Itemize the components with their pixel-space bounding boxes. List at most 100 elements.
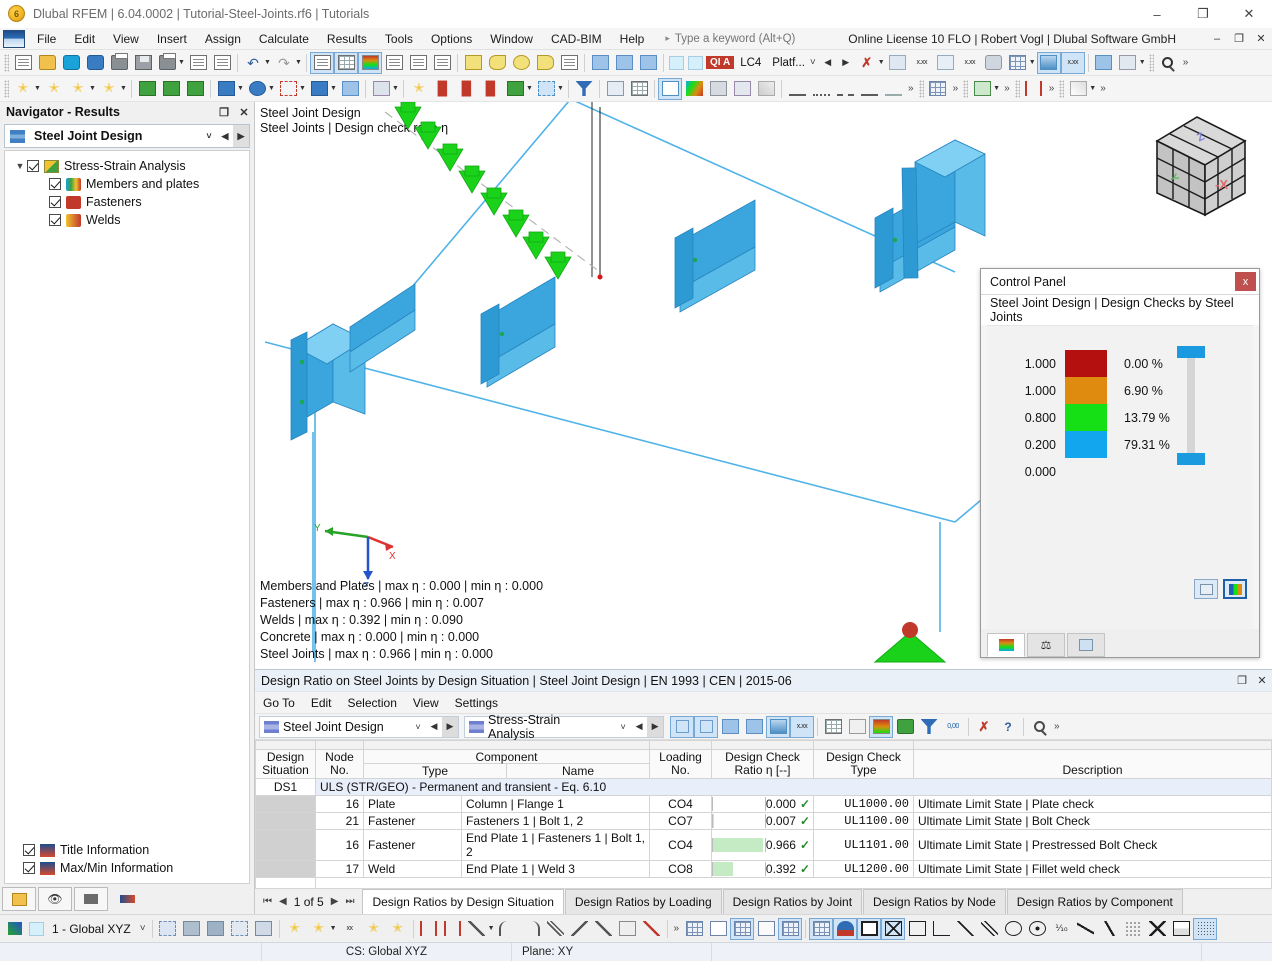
select-special-button[interactable] <box>557 52 581 74</box>
toolbar-grip[interactable] <box>1014 79 1020 98</box>
prev-case-button[interactable]: ◀ <box>819 52 837 74</box>
close-button[interactable]: ✕ <box>1226 0 1272 28</box>
menu-assign[interactable]: Assign <box>196 30 250 48</box>
navigator-combo-next-button[interactable]: ▶ <box>233 125 249 147</box>
tree-item-stress-strain-analysis[interactable]: ▼ Stress-Strain Analysis <box>5 157 249 175</box>
select-rectangle-button[interactable] <box>461 52 485 74</box>
print-panel-icon[interactable] <box>1194 579 1218 599</box>
table-row[interactable]: 17 Weld End Plate 1 | Weld 3 CO8 0.392 ✓ <box>255 860 1272 878</box>
osnap-cursor-button[interactable] <box>778 917 803 940</box>
result-diagram-on-member-button[interactable] <box>658 77 682 100</box>
navigator-combo-dropdown-icon[interactable]: ˅ <box>201 125 217 147</box>
mdi-restore-button[interactable]: ❐ <box>1228 28 1250 50</box>
new-member-button[interactable]: ✭ <box>66 78 90 100</box>
snap-extension-button[interactable] <box>640 918 664 940</box>
goto-next-joint-button[interactable] <box>742 716 766 738</box>
tree-checkbox[interactable] <box>49 214 61 226</box>
navigator-undock-button[interactable]: ❐ <box>214 106 234 119</box>
redo-button[interactable]: ↷ <box>272 52 296 74</box>
table-row[interactable]: 16 Plate Column | Flange 1 CO4 0.000 ✓ U… <box>255 795 1272 813</box>
show-result-values-button[interactable]: x.xx <box>790 715 814 738</box>
show-values2-button[interactable]: x.xx <box>958 52 982 74</box>
tree-item-welds[interactable]: Welds <box>5 211 249 229</box>
snap-angle-button[interactable] <box>465 918 489 940</box>
pager-first-button[interactable]: ⏮ <box>263 896 272 907</box>
platform-combo[interactable]: Platf... <box>766 57 807 69</box>
color-scale-icon[interactable] <box>1223 579 1247 599</box>
legend-swatch-orange[interactable] <box>1065 377 1107 404</box>
display-numbering-button[interactable]: ✭ <box>283 918 307 940</box>
view-side-button[interactable] <box>204 918 228 940</box>
section-view-button[interactable] <box>603 78 627 100</box>
menu-insert[interactable]: Insert <box>148 30 196 48</box>
table-toolbar-overflow[interactable]: » <box>1051 721 1063 732</box>
diagram-type-3-button[interactable] <box>833 78 857 100</box>
view-fit-button[interactable] <box>636 52 660 74</box>
mesh-refinement-button[interactable] <box>369 78 393 100</box>
snap-arc2-button[interactable] <box>520 918 544 940</box>
table-undock-button[interactable]: ❐ <box>1232 674 1252 687</box>
snap-fraction-button[interactable]: ⅒ <box>1049 918 1073 940</box>
tree-item-fasteners[interactable]: Fasteners <box>5 193 249 211</box>
snap-line-button[interactable] <box>953 918 977 940</box>
new-member-load-button[interactable]: ▉ <box>455 78 479 100</box>
column-header-component[interactable]: Component Type Name <box>363 749 650 779</box>
select-circle-button[interactable] <box>509 52 533 74</box>
result-values-button[interactable]: x.xx <box>1060 51 1085 74</box>
snap-corner-button[interactable] <box>929 918 953 940</box>
toolbar2-overflow-3[interactable]: » <box>1001 83 1013 94</box>
navigator-close-button[interactable]: ✕ <box>234 106 254 119</box>
chevron-right-icon[interactable]: ▸ <box>665 33 670 44</box>
results-tab-button[interactable] <box>110 887 144 911</box>
bottom-toolbar-overflow-1[interactable]: » <box>671 923 683 934</box>
toolbar-grip[interactable] <box>4 79 9 98</box>
minimize-button[interactable]: – <box>1134 0 1180 28</box>
printout-report-button[interactable] <box>186 52 210 74</box>
snap-endpoint-button[interactable] <box>417 918 441 940</box>
coordinate-system-combo[interactable]: 1 - Global XYZ ˅ <box>27 919 149 939</box>
new-nodal-load-button[interactable] <box>307 78 331 100</box>
display-loads-button[interactable]: ✭ <box>386 918 410 940</box>
table-analysis-dropdown-icon[interactable]: ˅ <box>615 717 631 737</box>
camera-button[interactable] <box>74 887 108 911</box>
open-button[interactable] <box>35 52 59 74</box>
snap-cross-button[interactable] <box>1145 918 1169 940</box>
delete-results-button[interactable]: ✗ <box>855 52 879 74</box>
snap-perpendicular-button[interactable] <box>568 918 592 940</box>
next-case-button[interactable]: ▶ <box>837 52 855 74</box>
table-view-grid-button[interactable] <box>821 716 845 738</box>
select-from-model-button[interactable] <box>694 715 718 738</box>
factors-tab[interactable]: ⚖ <box>1027 633 1065 657</box>
table-view-compact-button[interactable] <box>845 716 869 738</box>
tree-checkbox[interactable] <box>49 178 61 190</box>
toolbar-grip[interactable] <box>1059 79 1065 98</box>
status-plane[interactable]: Plane: XY <box>512 942 712 961</box>
option-checkbox[interactable] <box>23 862 35 874</box>
legend-range-slider[interactable] <box>1177 346 1205 465</box>
results-table[interactable]: Design Situation Node No. Component Type N… <box>255 740 1272 878</box>
snap-grid-toggle-button[interactable] <box>809 917 834 940</box>
menu-view[interactable]: View <box>104 30 148 48</box>
slider-handle-bottom[interactable] <box>1177 453 1205 465</box>
show-values-button[interactable]: x.xx <box>910 52 934 74</box>
show-support-reactions-button[interactable] <box>934 52 958 74</box>
slider-handle-top[interactable] <box>1177 346 1205 358</box>
menu-window[interactable]: Window <box>481 30 542 48</box>
new-solid-button[interactable] <box>159 78 183 100</box>
snap-point-cloud-button[interactable] <box>1121 918 1145 940</box>
load-bottom-button[interactable] <box>612 52 636 74</box>
menu-edit[interactable]: Edit <box>65 30 104 48</box>
select-polygon-button[interactable] <box>533 52 557 74</box>
snap-angle2-button[interactable] <box>1073 918 1097 940</box>
snap-box-button[interactable] <box>905 918 929 940</box>
point-grid-button[interactable] <box>754 918 778 940</box>
display-properties-tab[interactable] <box>1067 633 1105 657</box>
tree-checkbox[interactable] <box>49 196 61 208</box>
table-analysis-prev-button[interactable]: ◀ <box>631 717 647 737</box>
table-menu-edit[interactable]: Edit <box>303 694 340 712</box>
animation-button[interactable] <box>627 78 651 100</box>
delete-row-button[interactable]: ✗ <box>972 716 996 738</box>
restore-button[interactable]: ❐ <box>1180 0 1226 28</box>
show-deformation-button[interactable] <box>886 52 910 74</box>
tree-checkbox[interactable] <box>27 160 39 172</box>
